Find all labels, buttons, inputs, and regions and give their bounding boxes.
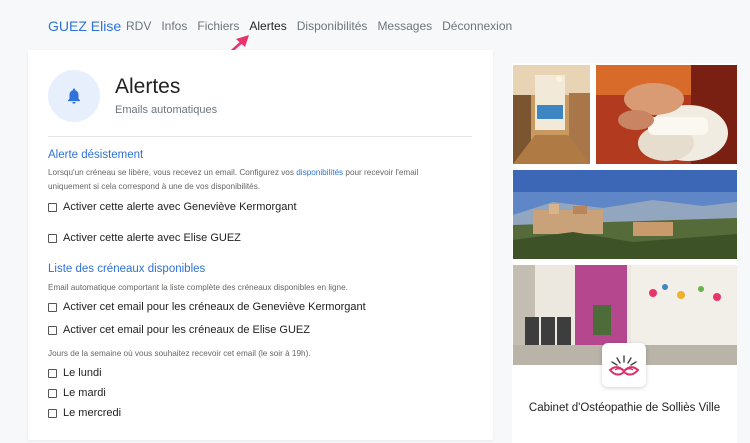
photo-hands-skull [596, 65, 737, 164]
nav-messages[interactable]: Messages [377, 19, 432, 33]
checkbox-square[interactable] [48, 202, 57, 212]
checkbox-label: Activer cet email pour les créneaux de G… [63, 301, 366, 313]
checkbox-square[interactable] [48, 408, 57, 418]
photo-village [513, 170, 737, 259]
checkbox-day-lundi[interactable]: Le lundi [48, 367, 102, 379]
days-label: Jours de la semaine où vous souhaitez re… [48, 349, 311, 358]
checkbox-list-elise[interactable]: Activer cet email pour les créneaux de E… [48, 324, 310, 336]
desistement-description: Lorsqu'un créneau se libère, vous receve… [48, 166, 478, 194]
nav-rdv[interactable]: RDV [126, 19, 151, 33]
nav-links: RDV Infos Fichiers Alertes Disponibilité… [126, 19, 522, 33]
brand-link[interactable]: GUEZ Elise [48, 18, 121, 34]
checkbox-label: Le lundi [63, 367, 102, 379]
page-title: Alertes [115, 75, 181, 98]
checkbox-day-mardi[interactable]: Le mardi [48, 387, 106, 399]
alerts-card: Alertes Emails automatiques Alerte désis… [28, 50, 493, 440]
checkbox-square[interactable] [48, 388, 57, 398]
checkbox-square[interactable] [48, 325, 57, 335]
checkbox-label: Activer cette alerte avec Geneviève Kerm… [63, 201, 297, 213]
checkbox-square[interactable] [48, 368, 57, 378]
desc-text: Lorsqu'un créneau se libère, vous receve… [48, 168, 297, 177]
checkbox-square[interactable] [48, 302, 57, 312]
cabinet-logo [602, 343, 646, 387]
section-title-liste: Liste des créneaux disponibles [48, 263, 206, 275]
bell-badge [48, 70, 100, 122]
checkbox-day-mercredi[interactable]: Le mercredi [48, 407, 121, 419]
checkbox-label: Le mardi [63, 387, 106, 399]
section-title-desistement: Alerte désistement [48, 149, 144, 161]
divider [48, 136, 472, 137]
desc-text-2: pour recevoir l'email [343, 168, 419, 177]
checkbox-label: Le mercredi [63, 407, 122, 419]
page-subtitle: Emails automatiques [115, 104, 218, 116]
nav-alertes[interactable]: Alertes [249, 19, 286, 33]
nav-disponibilites[interactable]: Disponibilités [297, 19, 368, 33]
nav-infos[interactable]: Infos [161, 19, 187, 33]
nav-fichiers[interactable]: Fichiers [197, 19, 239, 33]
photo-hallway [513, 65, 590, 164]
top-nav: GUEZ Elise RDV Infos Fichiers Alertes Di… [0, 0, 750, 59]
nav-deconnexion[interactable]: Déconnexion [442, 19, 512, 33]
checkbox-list-genevieve[interactable]: Activer cet email pour les créneaux de G… [48, 301, 366, 313]
bell-icon [68, 88, 80, 104]
checkbox-alert-elise[interactable]: Activer cette alerte avec Elise GUEZ [48, 232, 241, 244]
cabinet-name: Cabinet d'Ostéopathie de Solliès Ville [528, 402, 721, 414]
disponibilites-link[interactable]: disponibilités [296, 168, 343, 177]
checkbox-label: Activer cette alerte avec Elise GUEZ [63, 232, 241, 244]
checkbox-label: Activer cet email pour les créneaux de E… [63, 324, 310, 336]
desc-text-3: uniquement si cela correspond à une de v… [48, 182, 261, 191]
checkbox-square[interactable] [48, 233, 57, 243]
checkbox-alert-genevieve[interactable]: Activer cette alerte avec Geneviève Kerm… [48, 201, 297, 213]
liste-description: Email automatique comportant la liste co… [48, 283, 348, 292]
lotus-logo-icon [608, 355, 640, 376]
